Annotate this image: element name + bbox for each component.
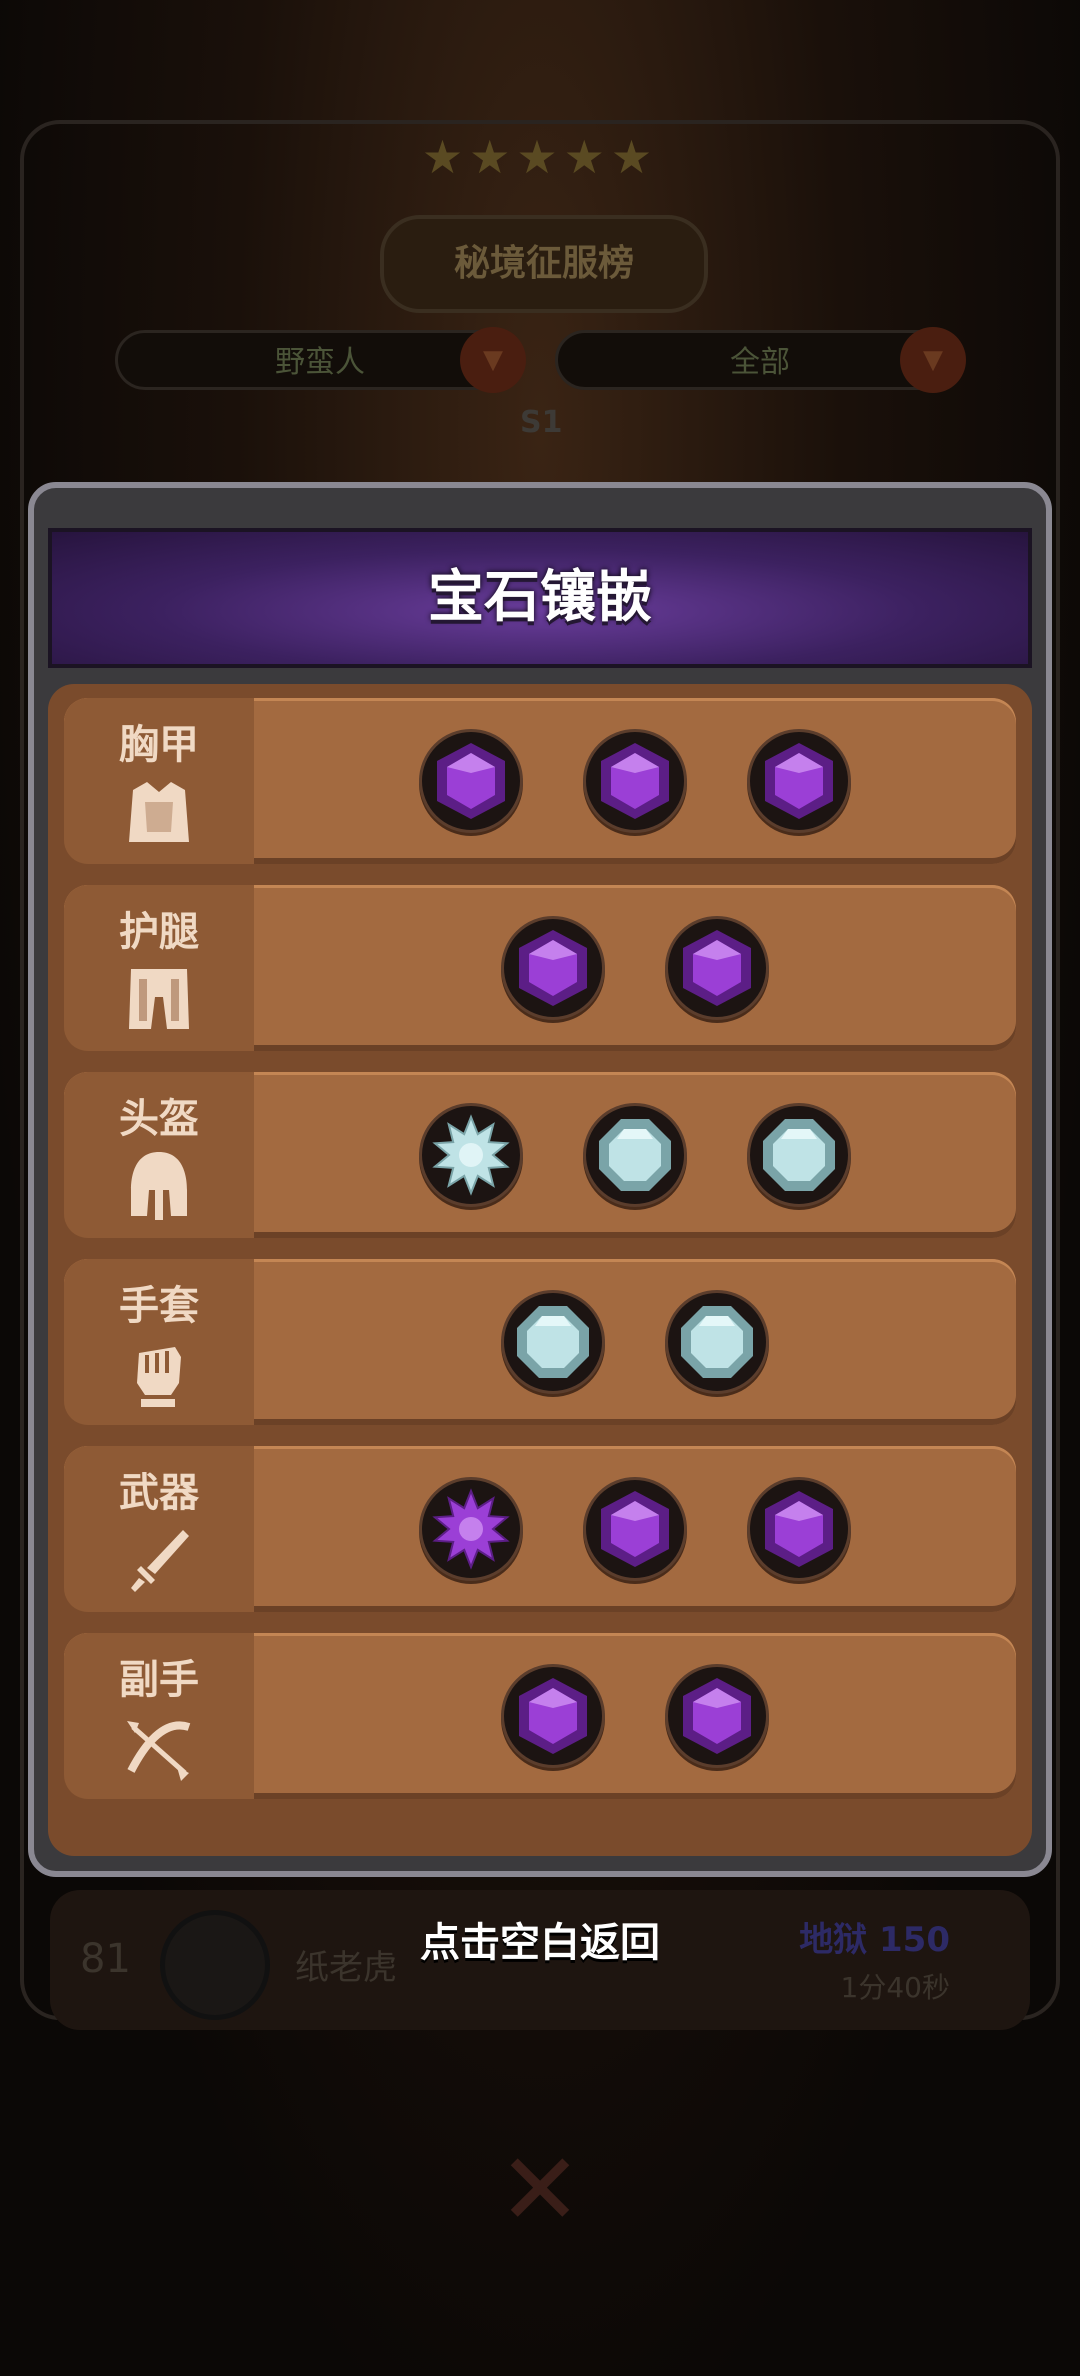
gauntlet-icon (119, 1333, 199, 1413)
gear-slot-cell: 手套 (64, 1259, 254, 1425)
gear-slot-cell: 护腿 (64, 885, 254, 1051)
sword-icon (119, 1520, 199, 1600)
gem-slot-list: 胸甲护腿头盔手套武器副手 (48, 684, 1032, 1856)
gear-slot-cell: 武器 (64, 1446, 254, 1612)
close-icon[interactable]: ✕ (490, 2140, 590, 2240)
helmet-icon (119, 1146, 199, 1226)
amethyst-hexagon-gem-icon[interactable] (419, 729, 523, 833)
amethyst-star-gem-icon[interactable] (419, 1477, 523, 1581)
diamond-octagon-gem-icon[interactable] (583, 1103, 687, 1207)
diamond-octagon-gem-icon[interactable] (501, 1290, 605, 1394)
amethyst-hexagon-gem-icon[interactable] (665, 916, 769, 1020)
gear-row: 护腿 (64, 885, 1016, 1051)
diamond-octagon-gem-icon[interactable] (665, 1290, 769, 1394)
modal-header: 宝石镶嵌 (48, 528, 1032, 668)
gear-row: 手套 (64, 1259, 1016, 1425)
gear-slot-label: 副手 (119, 1657, 199, 1703)
gear-slot-label: 头盔 (119, 1096, 199, 1142)
gear-row: 胸甲 (64, 698, 1016, 864)
gear-row: 武器 (64, 1446, 1016, 1612)
amethyst-hexagon-gem-icon[interactable] (501, 916, 605, 1020)
gear-slot-label: 胸甲 (119, 722, 199, 768)
gear-slot-cell: 头盔 (64, 1072, 254, 1238)
scope-filter-dropdown[interactable]: 全部 ▼ (555, 327, 966, 393)
chevron-down-icon: ▼ (900, 327, 966, 393)
gear-row: 头盔 (64, 1072, 1016, 1238)
amethyst-hexagon-gem-icon[interactable] (747, 1477, 851, 1581)
chest-armor-icon (119, 772, 199, 852)
leaderboard-title: 秘境征服榜 (380, 215, 708, 313)
gem-slots (254, 1259, 1016, 1425)
rating-stars-icon: ★★★★★ (421, 130, 659, 184)
amethyst-hexagon-gem-icon[interactable] (747, 729, 851, 833)
gem-inlay-modal: 宝石镶嵌 胸甲护腿头盔手套武器副手 (28, 482, 1052, 1877)
amethyst-hexagon-gem-icon[interactable] (501, 1664, 605, 1768)
modal-title: 宝石镶嵌 (428, 565, 652, 630)
gem-slots (254, 1072, 1016, 1238)
diamond-octagon-gem-icon[interactable] (747, 1103, 851, 1207)
leg-armor-icon (119, 959, 199, 1039)
season-badge: S1 (520, 405, 563, 440)
offhand-icon (119, 1707, 199, 1787)
tap-to-return-hint[interactable]: 点击空白返回 (0, 1910, 1080, 1968)
chevron-down-icon: ▼ (460, 327, 526, 393)
gear-slot-cell: 胸甲 (64, 698, 254, 864)
gem-slots (254, 885, 1016, 1051)
class-filter-label: 野蛮人 (275, 345, 365, 380)
amethyst-hexagon-gem-icon[interactable] (583, 1477, 687, 1581)
gear-slot-label: 武器 (119, 1470, 199, 1516)
amethyst-hexagon-gem-icon[interactable] (665, 1664, 769, 1768)
amethyst-hexagon-gem-icon[interactable] (583, 729, 687, 833)
scope-filter-label: 全部 (730, 345, 790, 380)
gem-slots (254, 698, 1016, 864)
gear-slot-label: 护腿 (119, 909, 199, 955)
gem-slots (254, 1633, 1016, 1799)
diamond-star-gem-icon[interactable] (419, 1103, 523, 1207)
class-filter-dropdown[interactable]: 野蛮人 ▼ (115, 327, 526, 393)
clear-time: 1分40秒 (840, 1971, 950, 2004)
gear-row: 副手 (64, 1633, 1016, 1799)
gear-slot-cell: 副手 (64, 1633, 254, 1799)
gear-slot-label: 手套 (119, 1283, 199, 1329)
gem-slots (254, 1446, 1016, 1612)
